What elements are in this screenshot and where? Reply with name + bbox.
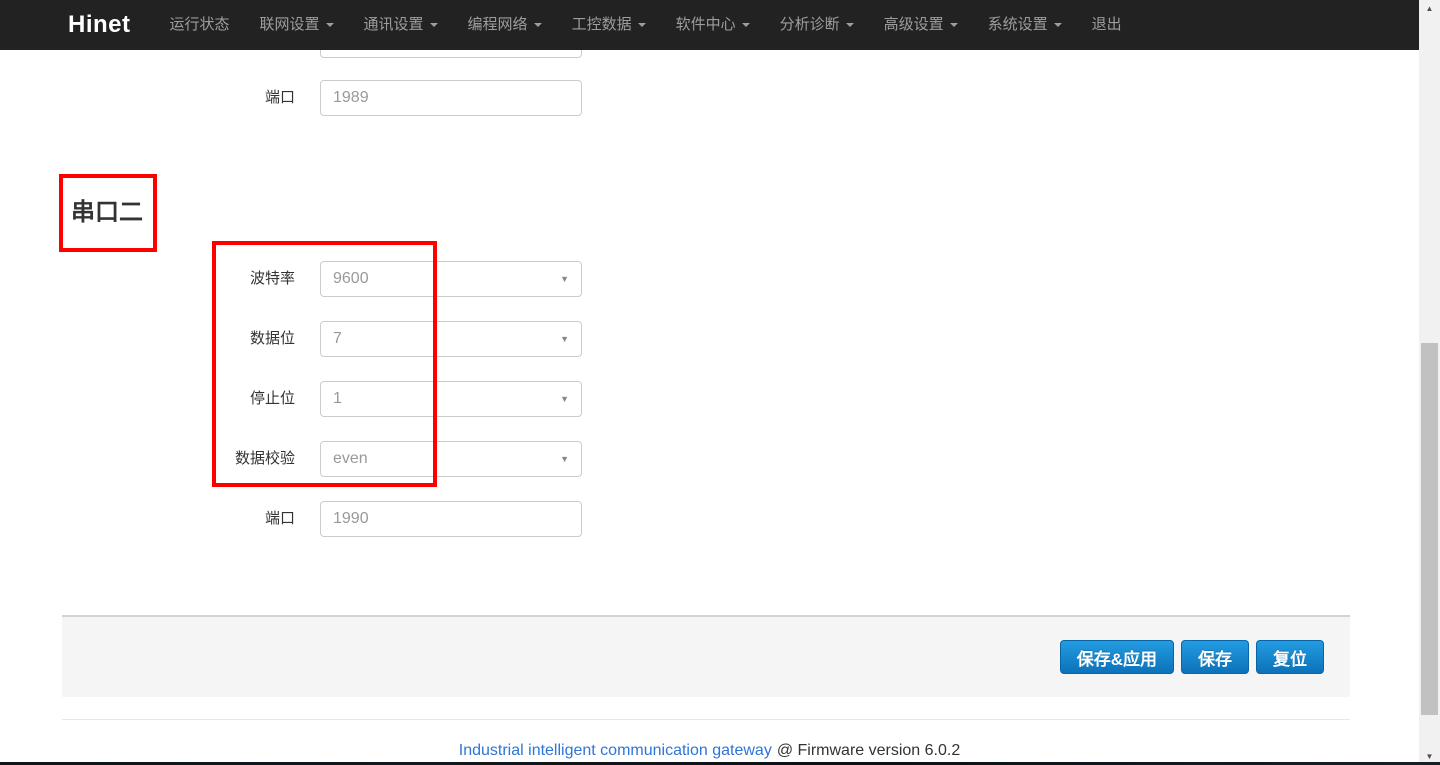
chevron-down-icon [534,23,542,27]
chevron-down-icon [326,23,334,27]
vertical-scrollbar[interactable]: ▲ ▼ [1419,0,1440,765]
gateway-footer-link[interactable]: Industrial intelligent communication gat… [459,742,772,759]
dropdown-caret-icon: ▼ [560,442,569,476]
nav-item-advanced-settings[interactable]: 高级设置 [884,0,958,50]
save-button[interactable]: 保存 [1181,640,1249,674]
footer: Industrial intelligent communication gat… [0,742,1419,760]
port2-label: 端口 [100,501,295,537]
nav-item-communication-settings[interactable]: 通讯设置 [364,0,438,50]
nav-item-industrial-data[interactable]: 工控数据 [572,0,646,50]
annotation-box-serial2-heading [59,174,157,252]
nav-item-programming-network[interactable]: 编程网络 [468,0,542,50]
scroll-up-icon[interactable]: ▲ [1419,0,1440,17]
scrollbar-thumb[interactable] [1421,343,1438,715]
nav-item-logout[interactable]: 退出 [1092,0,1122,50]
gateway-settings-page: Hinet 运行状态 联网设置 通讯设置 编程网络 工控数据 软件中心 分析诊断… [0,0,1440,765]
nav-item-system-settings[interactable]: 系统设置 [988,0,1062,50]
dropdown-caret-icon: ▼ [560,382,569,416]
nav-item-analysis-diagnosis[interactable]: 分析诊断 [780,0,854,50]
footer-divider [62,719,1350,720]
chevron-down-icon [430,23,438,27]
nav-item-network-settings[interactable]: 联网设置 [260,0,334,50]
brand-logo[interactable]: Hinet [68,11,131,39]
reset-button[interactable]: 复位 [1256,640,1324,674]
chevron-down-icon [1054,23,1062,27]
top-navbar: Hinet 运行状态 联网设置 通讯设置 编程网络 工控数据 软件中心 分析诊断… [0,0,1419,50]
port1-label: 端口 [100,80,295,116]
save-apply-button[interactable]: 保存&应用 [1060,640,1174,674]
firmware-version-text: @ Firmware version 6.0.2 [777,742,960,759]
annotation-box-serial2-settings [212,241,437,487]
nav-item-software-center[interactable]: 软件中心 [676,0,750,50]
chevron-down-icon [950,23,958,27]
chevron-down-icon [742,23,750,27]
port2-input[interactable] [320,501,582,537]
dropdown-caret-icon: ▼ [560,262,569,296]
chevron-down-icon [638,23,646,27]
nav-menu: 运行状态 联网设置 通讯设置 编程网络 工控数据 软件中心 分析诊断 高级设置 … [170,0,1122,50]
dropdown-caret-icon: ▼ [560,322,569,356]
nav-item-running-status[interactable]: 运行状态 [170,0,230,50]
port1-input[interactable] [320,80,582,116]
chevron-down-icon [846,23,854,27]
form-actions-panel: 保存&应用 保存 复位 [62,615,1350,697]
